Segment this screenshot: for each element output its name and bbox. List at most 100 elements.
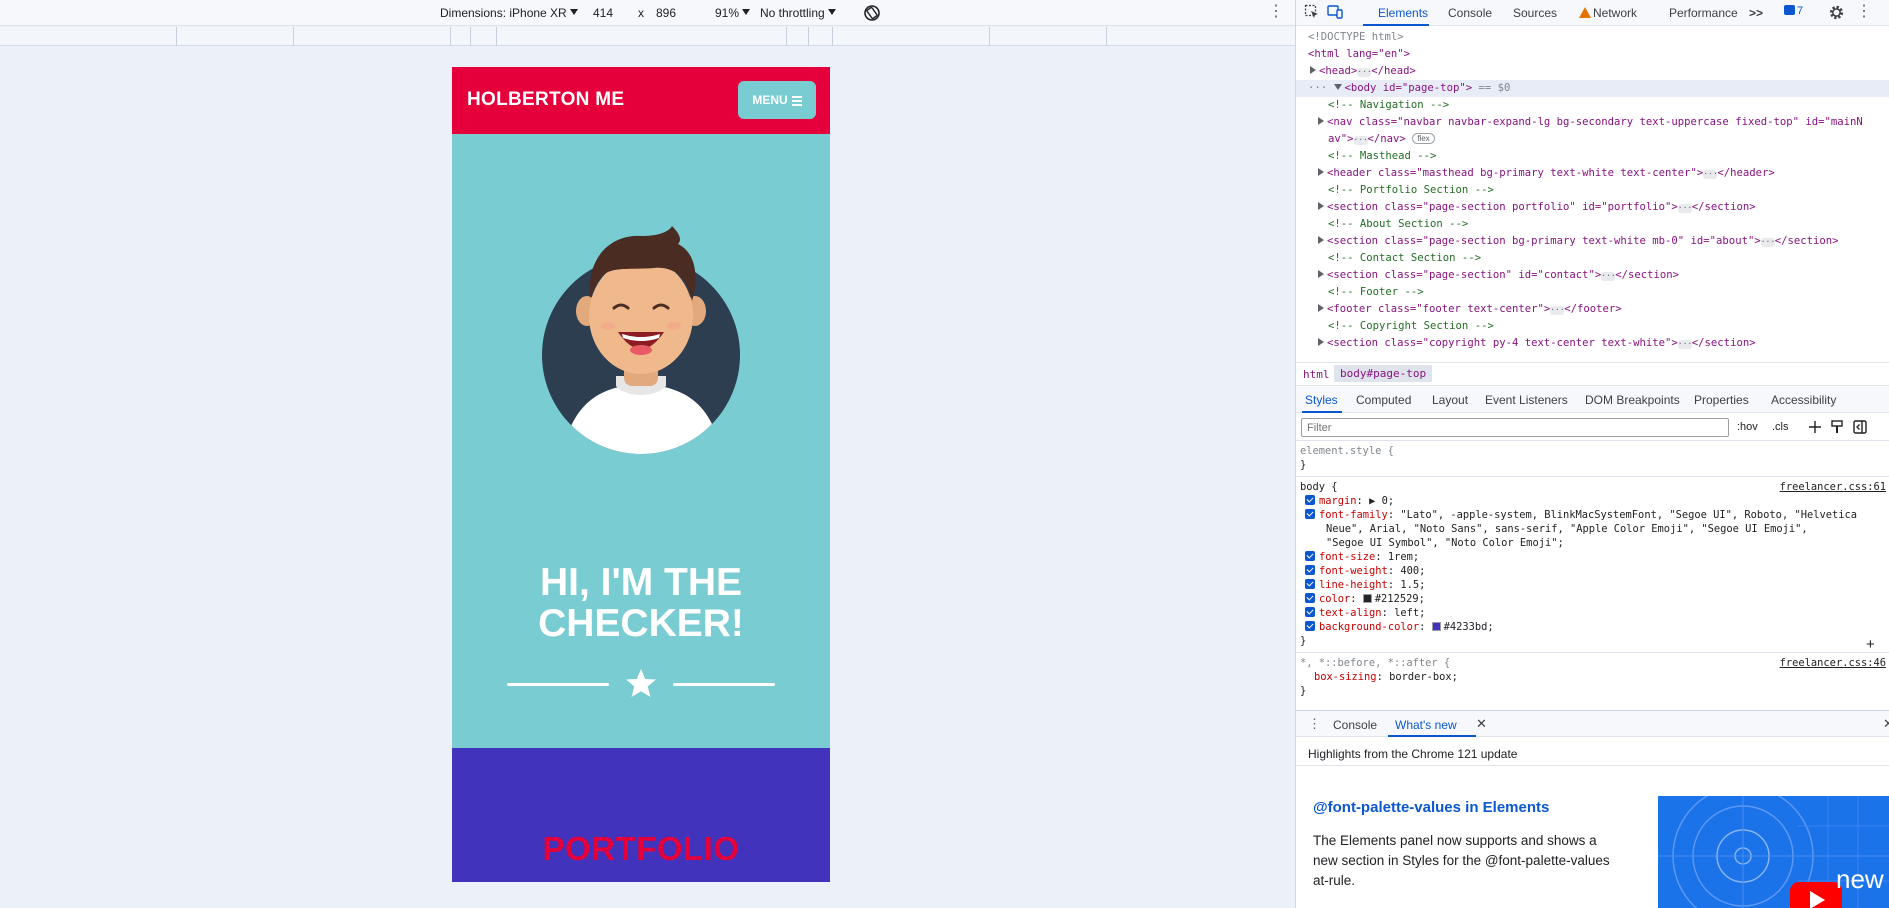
device-toolbar-toggle-icon[interactable] <box>1327 4 1343 20</box>
add-property-icon[interactable]: + <box>1866 637 1875 652</box>
dom-node-nav-cont[interactable]: av">···</nav> flex <box>1328 131 1889 148</box>
style-prop-background-color[interactable]: background-color: #4233bd; <box>1305 620 1494 634</box>
gear-icon[interactable] <box>1828 4 1845 21</box>
device-width-input[interactable]: 414 <box>593 6 613 20</box>
dom-comment[interactable]: <!-- Masthead --> <box>1328 148 1889 165</box>
dom-node-doctype[interactable]: <!DOCTYPE html> <box>1308 29 1889 46</box>
dom-node-section-portfolio[interactable]: <section class="page-section portfolio" … <box>1318 199 1889 216</box>
class-toggle[interactable]: .cls <box>1772 421 1789 433</box>
dom-comment[interactable]: <!-- About Section --> <box>1328 216 1889 233</box>
style-prop-line-height[interactable]: line-height: 1.5; <box>1305 578 1425 592</box>
dom-comment[interactable]: <!-- Portfolio Section --> <box>1328 182 1889 199</box>
toggle-sidebar-icon[interactable] <box>1852 419 1868 435</box>
dom-node-head[interactable]: <head>···</head> <box>1310 63 1889 80</box>
property-checkbox[interactable] <box>1305 565 1315 575</box>
element-style-rule[interactable]: element.style { <box>1300 444 1394 458</box>
dom-node-section-about[interactable]: <section class="page-section bg-primary … <box>1318 233 1889 250</box>
style-prop-font-weight[interactable]: font-weight: 400; <box>1305 564 1425 578</box>
youtube-play-icon[interactable] <box>1790 882 1842 908</box>
dom-tree[interactable]: <!DOCTYPE html> <html lang="en"> <head>·… <box>1296 27 1889 361</box>
color-swatch[interactable] <box>1431 622 1441 631</box>
property-checkbox[interactable] <box>1305 551 1315 561</box>
dom-comment[interactable]: <!-- Contact Section --> <box>1328 250 1889 267</box>
dom-comment[interactable]: <!-- Footer --> <box>1328 284 1889 301</box>
new-style-rule-icon[interactable] <box>1807 419 1823 435</box>
property-checkbox[interactable] <box>1305 579 1315 589</box>
devtools-menu-icon[interactable]: ⋮ <box>1856 3 1872 21</box>
dom-node-section-contact[interactable]: <section class="page-section" id="contac… <box>1318 267 1889 284</box>
site-brand-link[interactable]: HOLBERTON ME <box>467 89 624 111</box>
expand-triangle-icon[interactable] <box>1318 202 1324 210</box>
subtab-computed[interactable]: Computed <box>1356 393 1411 407</box>
dom-node-footer[interactable]: <footer class="footer text-center">···</… <box>1318 301 1889 318</box>
subtab-properties[interactable]: Properties <box>1694 393 1749 407</box>
hover-state-toggle[interactable]: :hov <box>1737 421 1758 433</box>
inspect-element-icon[interactable] <box>1304 4 1320 20</box>
menu-button[interactable]: MENU <box>738 81 816 119</box>
close-tab-icon[interactable]: ✕ <box>1476 716 1487 732</box>
subtab-accessibility[interactable]: Accessibility <box>1771 393 1836 407</box>
property-checkbox[interactable] <box>1305 593 1315 603</box>
device-dimensions-select[interactable]: Dimensions: iPhone XR <box>440 6 578 20</box>
style-prop-text-align[interactable]: text-align: left; <box>1305 606 1425 620</box>
style-prop-margin[interactable]: margin: ▶ 0; <box>1305 494 1394 508</box>
style-prop-box-sizing[interactable]: box-sizing: border-box; <box>1314 670 1458 684</box>
style-prop-color[interactable]: color: #212529; <box>1305 592 1425 606</box>
universal-rule-source-link[interactable]: freelancer.css:46 <box>1780 656 1886 670</box>
news-item-title[interactable]: @font-palette-values in Elements <box>1313 799 1549 816</box>
body-rule-selector[interactable]: body { <box>1300 480 1338 494</box>
dom-comment[interactable]: <!-- Navigation --> <box>1328 97 1889 114</box>
property-checkbox[interactable] <box>1305 607 1315 617</box>
expand-triangle-icon[interactable] <box>1318 236 1324 244</box>
body-rule-source-link[interactable]: freelancer.css:61 <box>1780 480 1886 494</box>
zoom-select[interactable]: 91% <box>715 6 751 20</box>
media-query-ruler[interactable] <box>0 27 1295 46</box>
dom-node-section-copyright[interactable]: <section class="copyright py-4 text-cent… <box>1318 335 1889 352</box>
expand-triangle-icon[interactable] <box>1318 304 1324 312</box>
subtab-dom-breakpoints[interactable]: DOM Breakpoints <box>1585 393 1680 407</box>
more-options-icon[interactable]: ⋮ <box>1268 3 1284 23</box>
expand-triangle-icon[interactable] <box>1318 338 1324 346</box>
drawer-menu-icon[interactable]: ⋮ <box>1308 716 1321 732</box>
property-checkbox[interactable] <box>1305 495 1315 505</box>
expand-triangle-icon[interactable] <box>1318 270 1324 278</box>
subtab-layout[interactable]: Layout <box>1432 393 1468 407</box>
more-tabs-icon[interactable]: >> <box>1749 6 1763 20</box>
throttling-select[interactable]: No throttling <box>760 6 836 20</box>
dom-node-body-selected[interactable]: ··· <body id="page-top"> == $0 <box>1296 80 1889 97</box>
expand-triangle-icon[interactable] <box>1318 117 1324 125</box>
dom-node-header[interactable]: <header class="masthead bg-primary text-… <box>1318 165 1889 182</box>
expand-triangle-icon[interactable] <box>1310 66 1316 74</box>
expand-triangle-icon[interactable] <box>1318 168 1324 176</box>
tab-console[interactable]: Console <box>1448 6 1492 20</box>
close-drawer-icon[interactable]: ✕ <box>1883 716 1889 732</box>
property-checkbox[interactable] <box>1305 509 1315 519</box>
drawer-tab-whats-new[interactable]: What's new <box>1395 718 1457 732</box>
style-prop-font-family[interactable]: font-family: "Lato", -apple-system, Blin… <box>1305 508 1857 522</box>
styles-pane[interactable]: element.style { } body { freelancer.css:… <box>1296 442 1889 707</box>
collapse-triangle-icon[interactable] <box>1333 84 1342 90</box>
style-prop-font-size[interactable]: font-size: 1rem; <box>1305 550 1419 564</box>
device-height-input[interactable]: 896 <box>656 6 676 20</box>
tab-sources[interactable]: Sources <box>1513 6 1557 20</box>
breadcrumb-body[interactable]: body#page-top <box>1334 365 1433 382</box>
color-swatch[interactable] <box>1362 594 1372 603</box>
tab-elements[interactable]: Elements <box>1378 6 1428 20</box>
dom-comment[interactable]: <!-- Copyright Section --> <box>1328 318 1889 335</box>
property-checkbox[interactable] <box>1305 621 1315 631</box>
flex-badge[interactable]: flex <box>1412 133 1435 144</box>
drawer-tab-console[interactable]: Console <box>1333 718 1377 732</box>
dom-node-nav[interactable]: <nav class="navbar navbar-expand-lg bg-s… <box>1318 114 1889 131</box>
breadcrumb-html[interactable]: html <box>1303 368 1330 381</box>
subtab-styles[interactable]: Styles <box>1305 393 1338 407</box>
tab-network[interactable]: Network <box>1579 6 1637 20</box>
dom-node-html[interactable]: <html lang="en"> <box>1308 46 1889 63</box>
news-video-thumbnail[interactable]: new <box>1658 796 1889 908</box>
subtab-event-listeners[interactable]: Event Listeners <box>1485 393 1568 407</box>
universal-rule-selector[interactable]: *, *::before, *::after { <box>1300 656 1450 670</box>
rotate-icon[interactable] <box>862 3 882 23</box>
paint-brush-icon[interactable] <box>1829 419 1845 435</box>
issues-badge[interactable]: 7 <box>1784 5 1803 17</box>
tab-performance[interactable]: Performance <box>1669 6 1738 20</box>
styles-filter-input[interactable] <box>1301 418 1729 437</box>
